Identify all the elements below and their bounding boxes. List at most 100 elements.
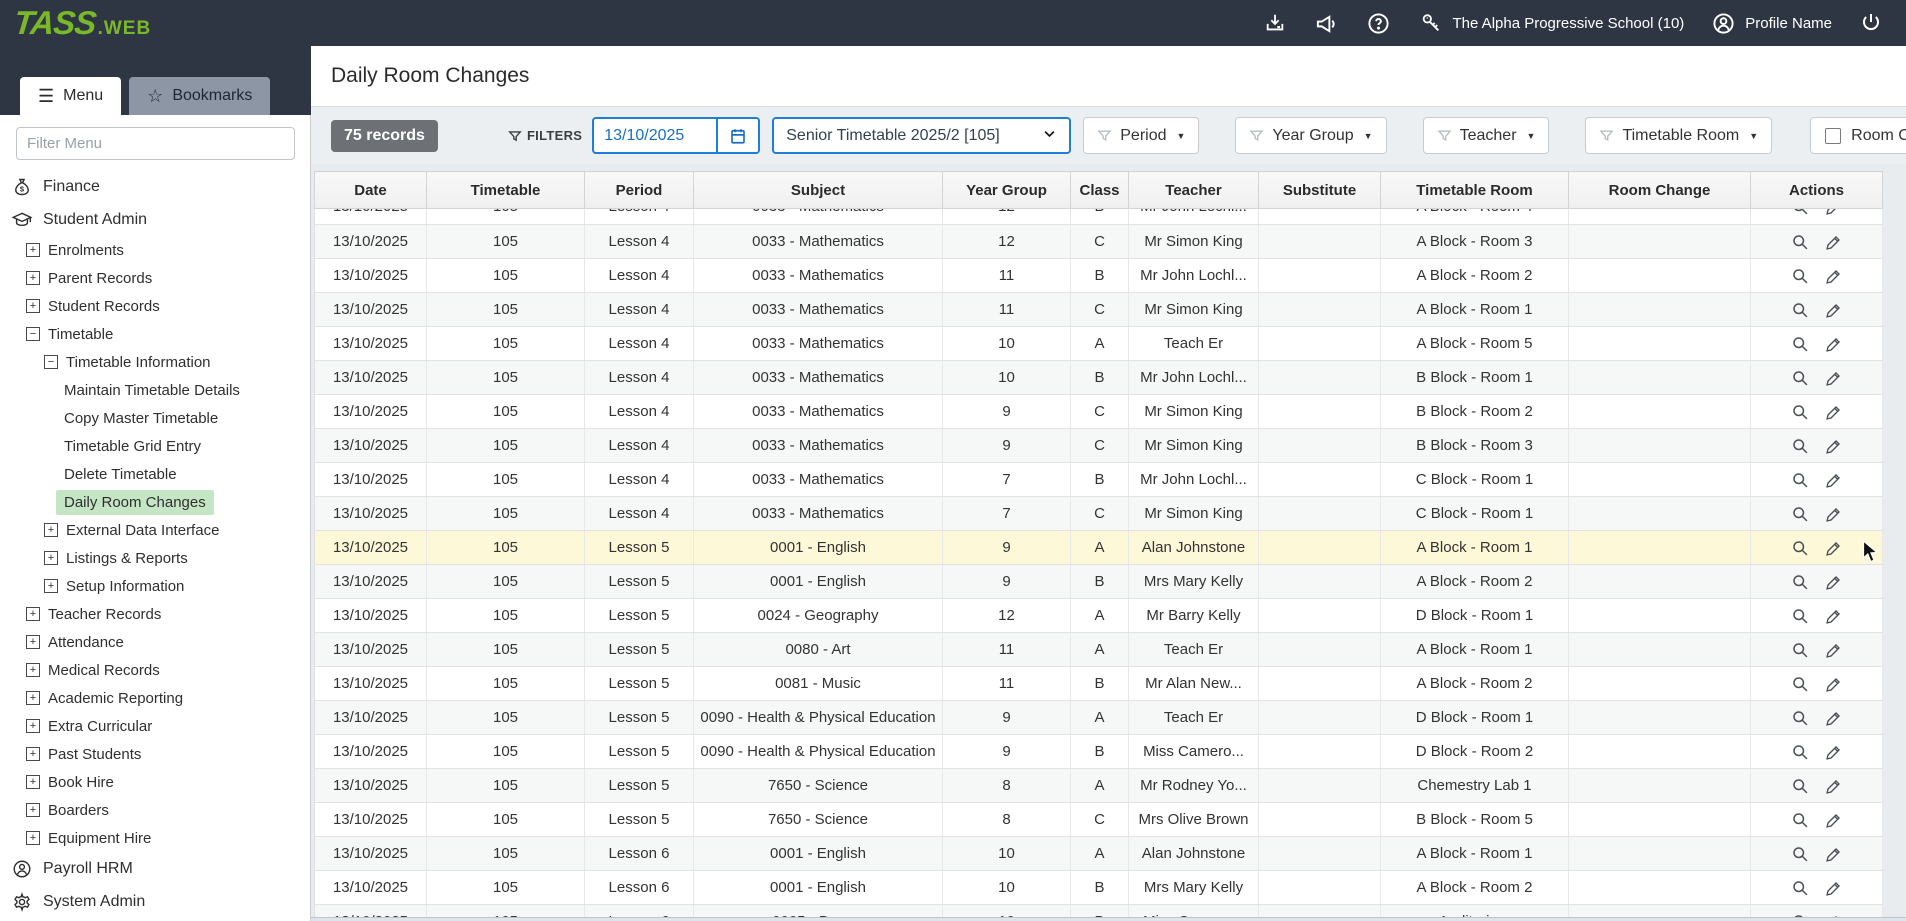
view-icon[interactable] bbox=[1791, 403, 1809, 421]
sidebar-item-copy-master-timetable[interactable]: Copy Master Timetable bbox=[0, 404, 310, 432]
collapse-icon[interactable]: − bbox=[44, 355, 58, 369]
column-header-subject[interactable]: Subject bbox=[694, 172, 943, 209]
expand-icon[interactable]: + bbox=[26, 775, 40, 789]
edit-icon[interactable] bbox=[1825, 301, 1843, 319]
column-header-actions[interactable]: Actions bbox=[1751, 172, 1883, 209]
column-header-date[interactable]: Date bbox=[315, 172, 427, 209]
table-row[interactable]: 13/10/2025105Lesson 50090 - Health & Phy… bbox=[315, 701, 1883, 735]
view-icon[interactable] bbox=[1791, 505, 1809, 523]
sidebar-item-boarders[interactable]: +Boarders bbox=[0, 796, 310, 824]
column-header-period[interactable]: Period bbox=[585, 172, 694, 209]
sidebar-item-external-data-interface[interactable]: +External Data Interface bbox=[0, 516, 310, 544]
sidebar-item-timetable-grid-entry[interactable]: Timetable Grid Entry bbox=[0, 432, 310, 460]
column-header-class[interactable]: Class bbox=[1071, 172, 1129, 209]
date-input[interactable] bbox=[594, 127, 716, 145]
expand-icon[interactable]: + bbox=[26, 719, 40, 733]
help-icon[interactable] bbox=[1366, 10, 1392, 36]
download-icon[interactable] bbox=[1262, 10, 1288, 36]
column-header-timetable-room[interactable]: Timetable Room bbox=[1381, 172, 1569, 209]
timetable-select[interactable]: Senior Timetable 2025/2 [105] bbox=[772, 117, 1071, 154]
school-selector[interactable]: The Alpha Progressive School (10) bbox=[1418, 10, 1685, 36]
teacher-filter-button[interactable]: Teacher▼ bbox=[1423, 117, 1550, 154]
table-row[interactable]: 13/10/2025105Lesson 40033 - Mathematics1… bbox=[315, 225, 1883, 259]
edit-icon[interactable] bbox=[1825, 335, 1843, 353]
calendar-icon[interactable] bbox=[716, 119, 758, 152]
year-group-filter-button[interactable]: Year Group▼ bbox=[1235, 117, 1386, 154]
profile-menu[interactable]: Profile Name bbox=[1710, 10, 1832, 36]
sidebar-item-system-admin[interactable]: System Admin bbox=[0, 885, 310, 918]
edit-icon[interactable] bbox=[1825, 505, 1843, 523]
view-icon[interactable] bbox=[1791, 811, 1809, 829]
table-row[interactable]: 13/10/2025105Lesson 50080 - Art11ATeach … bbox=[315, 633, 1883, 667]
view-icon[interactable] bbox=[1791, 641, 1809, 659]
expand-icon[interactable]: + bbox=[26, 747, 40, 761]
view-icon[interactable] bbox=[1791, 539, 1809, 557]
view-icon[interactable] bbox=[1791, 267, 1809, 285]
sidebar-item-book-hire[interactable]: +Book Hire bbox=[0, 768, 310, 796]
expand-icon[interactable]: + bbox=[44, 551, 58, 565]
edit-icon[interactable] bbox=[1825, 811, 1843, 829]
table-row[interactable]: 13/10/2025105Lesson 50081 - Music11BMr A… bbox=[315, 667, 1883, 701]
table-row[interactable]: 13/10/2025105Lesson 40033 - Mathematics1… bbox=[315, 327, 1883, 361]
edit-icon[interactable] bbox=[1825, 437, 1843, 455]
edit-icon[interactable] bbox=[1825, 539, 1843, 557]
view-icon[interactable] bbox=[1791, 471, 1809, 489]
edit-icon[interactable] bbox=[1825, 777, 1843, 795]
view-icon[interactable] bbox=[1791, 675, 1809, 693]
table-row[interactable]: 13/10/2025105Lesson 40033 - Mathematics7… bbox=[315, 497, 1883, 531]
column-header-timetable[interactable]: Timetable bbox=[427, 172, 585, 209]
sidebar-item-student-records[interactable]: +Student Records bbox=[0, 292, 310, 320]
edit-icon[interactable] bbox=[1825, 641, 1843, 659]
sidebar-item-extra-curricular[interactable]: +Extra Curricular bbox=[0, 712, 310, 740]
table-row[interactable]: 13/10/2025105Lesson 57650 - Science8CMrs… bbox=[315, 803, 1883, 837]
checkbox-icon[interactable] bbox=[1825, 128, 1841, 144]
sidebar-item-setup-information[interactable]: +Setup Information bbox=[0, 572, 310, 600]
collapse-icon[interactable]: − bbox=[26, 327, 40, 341]
sidebar-item-teacher-records[interactable]: +Teacher Records bbox=[0, 600, 310, 628]
table-row[interactable]: 13/10/2025105Lesson 50024 - Geography12A… bbox=[315, 599, 1883, 633]
table-row[interactable]: 13/10/2025105Lesson 60001 - English10AAl… bbox=[315, 837, 1883, 871]
column-header-teacher[interactable]: Teacher bbox=[1129, 172, 1259, 209]
expand-icon[interactable]: + bbox=[26, 243, 40, 257]
logout-icon[interactable] bbox=[1858, 10, 1884, 36]
edit-icon[interactable] bbox=[1825, 709, 1843, 727]
table-row[interactable]: 13/10/2025105Lesson 40033 - Mathematics1… bbox=[315, 259, 1883, 293]
edit-icon[interactable] bbox=[1825, 209, 1843, 216]
sidebar-item-daily-room-changes[interactable]: Daily Room Changes bbox=[0, 488, 310, 516]
tab-menu[interactable]: ☰ Menu bbox=[20, 77, 121, 115]
sidebar-item-parent-records[interactable]: +Parent Records bbox=[0, 264, 310, 292]
sidebar-item-payroll-hrm[interactable]: Payroll HRM bbox=[0, 852, 310, 885]
expand-icon[interactable]: + bbox=[26, 803, 40, 817]
column-header-year-group[interactable]: Year Group bbox=[943, 172, 1071, 209]
view-icon[interactable] bbox=[1791, 709, 1809, 727]
view-icon[interactable] bbox=[1791, 743, 1809, 761]
period-filter-button[interactable]: Period▼ bbox=[1083, 117, 1199, 154]
view-icon[interactable] bbox=[1791, 209, 1809, 216]
view-icon[interactable] bbox=[1791, 233, 1809, 251]
sidebar-item-timetable-information[interactable]: −Timetable Information bbox=[0, 348, 310, 376]
sidebar-item-finance[interactable]: $Finance bbox=[0, 170, 310, 203]
edit-icon[interactable] bbox=[1825, 607, 1843, 625]
sidebar-item-maintain-timetable-details[interactable]: Maintain Timetable Details bbox=[0, 376, 310, 404]
sidebar-item-delete-timetable[interactable]: Delete Timetable bbox=[0, 460, 310, 488]
table-row[interactable]: 13/10/2025105Lesson 40033 - Mathematics9… bbox=[315, 395, 1883, 429]
view-icon[interactable] bbox=[1791, 777, 1809, 795]
menu-filter-input[interactable] bbox=[16, 127, 295, 160]
horizontal-scrollbar[interactable] bbox=[311, 917, 1906, 921]
expand-icon[interactable]: + bbox=[44, 579, 58, 593]
edit-icon[interactable] bbox=[1825, 845, 1843, 863]
view-icon[interactable] bbox=[1791, 301, 1809, 319]
view-icon[interactable] bbox=[1791, 607, 1809, 625]
edit-icon[interactable] bbox=[1825, 369, 1843, 387]
edit-icon[interactable] bbox=[1825, 403, 1843, 421]
edit-icon[interactable] bbox=[1825, 233, 1843, 251]
view-icon[interactable] bbox=[1791, 879, 1809, 897]
table-row[interactable]: 13/10/2025105Lesson 50001 - English9AAla… bbox=[315, 531, 1883, 565]
column-header-substitute[interactable]: Substitute bbox=[1259, 172, 1381, 209]
sidebar-item-academic-reporting[interactable]: +Academic Reporting bbox=[0, 684, 310, 712]
edit-icon[interactable] bbox=[1825, 675, 1843, 693]
edit-icon[interactable] bbox=[1825, 879, 1843, 897]
sidebar-item-timetable[interactable]: −Timetable bbox=[0, 320, 310, 348]
sidebar-item-equipment-hire[interactable]: +Equipment Hire bbox=[0, 824, 310, 852]
view-icon[interactable] bbox=[1791, 845, 1809, 863]
